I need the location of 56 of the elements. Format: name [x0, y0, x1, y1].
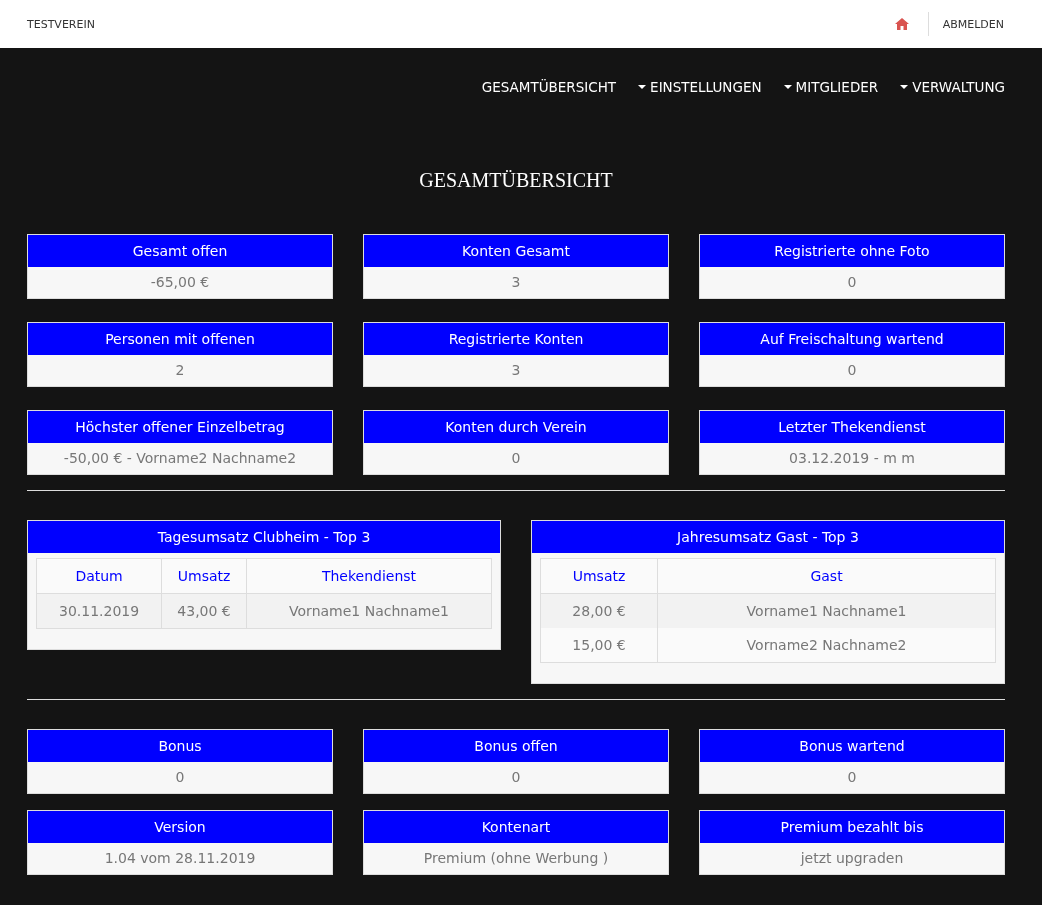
- card-title: Registrierte Konten: [364, 323, 668, 355]
- caret-icon: [900, 85, 909, 89]
- card-title: Bonus offen: [364, 730, 668, 762]
- column-header: Umsatz: [161, 558, 247, 594]
- card-title: Konten durch Verein: [364, 411, 668, 443]
- column-header: Datum: [36, 558, 162, 594]
- table-cell: 15,00 €: [540, 628, 658, 663]
- card-value: 3: [510, 273, 522, 292]
- panel-title: Jahresumsatz Gast - Top 3: [532, 521, 1004, 553]
- nav-item[interactable]: EINSTELLUNGEN: [638, 79, 762, 95]
- home-icon: [894, 18, 909, 30]
- table-cell: Vorname2 Nachname2: [657, 628, 996, 663]
- card-value: 2: [174, 361, 186, 380]
- table-cell: 28,00 €: [540, 593, 658, 628]
- card-title: Version: [28, 811, 332, 843]
- card-title: Personen mit offenen: [28, 323, 332, 355]
- card-value: 0: [846, 768, 858, 787]
- card-value: 0: [174, 768, 186, 787]
- column-header: Thekendienst: [246, 558, 492, 594]
- table-cell: Vorname1 Nachname1: [246, 593, 492, 629]
- table-cell: 30.11.2019: [36, 593, 162, 629]
- card-title: Höchster offener Einzelbetrag: [28, 411, 332, 443]
- card-value: Premium (ohne Werbung ): [422, 849, 610, 868]
- card-value: 1.04 vom 28.11.2019: [103, 849, 257, 868]
- panel-title: Tagesumsatz Clubheim - Top 3: [28, 521, 500, 553]
- logout-link[interactable]: ABMELDEN: [942, 17, 1004, 31]
- nav-item[interactable]: GESAMTÜBERSICHT: [481, 79, 617, 95]
- card-title: Bonus: [28, 730, 332, 762]
- table-cell: 43,00 €: [161, 593, 247, 629]
- card-value: 0: [510, 449, 522, 468]
- column-header: Gast: [657, 558, 996, 594]
- card-title: Letzter Thekendienst: [700, 411, 1004, 443]
- brand-link[interactable]: TESTVEREIN: [27, 17, 95, 31]
- card-title: Kontenart: [364, 811, 668, 843]
- caret-icon: [783, 85, 792, 89]
- card-value: 0: [846, 361, 858, 380]
- column-header: Umsatz: [540, 558, 658, 594]
- card-title: Konten Gesamt: [364, 235, 668, 267]
- home-link[interactable]: [894, 18, 909, 30]
- table-cell: Vorname1 Nachname1: [657, 593, 996, 628]
- card-value: jetzt upgraden: [799, 849, 905, 868]
- page-title: GESAMTÜBERSICHT: [418, 169, 614, 192]
- card-value: 3: [510, 361, 522, 380]
- card-value: -50,00 € - Vorname2 Nachname2: [62, 449, 298, 468]
- card-value: 03.12.2019 - m m: [788, 449, 916, 468]
- card-title: Auf Freischaltung wartend: [700, 323, 1004, 355]
- card-value: 0: [846, 273, 858, 292]
- nav-item[interactable]: MITGLIEDER: [783, 79, 879, 95]
- card-title: Bonus wartend: [700, 730, 1004, 762]
- card-title: Premium bezahlt bis: [700, 811, 1004, 843]
- nav-item[interactable]: VERWALTUNG: [900, 79, 1005, 95]
- card-value: -65,00 €: [149, 273, 211, 292]
- card-value: 0: [510, 768, 522, 787]
- card-title: Registrierte ohne Foto: [700, 235, 1004, 267]
- card-title: Gesamt offen: [28, 235, 332, 267]
- caret-icon: [638, 85, 647, 89]
